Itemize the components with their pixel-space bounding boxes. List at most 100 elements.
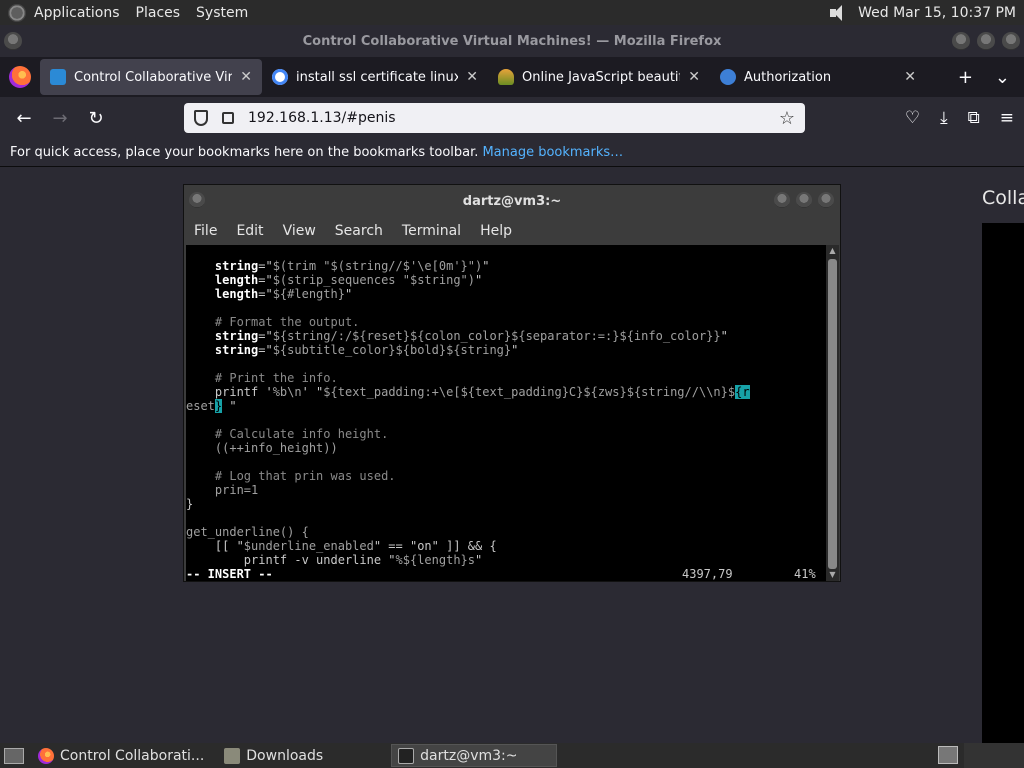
- tab-actions: + ⌄: [958, 67, 1024, 88]
- manage-bookmarks-link[interactable]: Manage bookmarks…: [482, 145, 623, 160]
- tab-label: Online JavaScript beautifier: [522, 69, 680, 85]
- terminal-icon: [398, 747, 415, 764]
- nav-bar: ← → ↻ 192.168.1.13/#penis ☆ ♡ ⤓ ⧉ ≡: [0, 97, 1024, 139]
- terminal-maximize-icon[interactable]: [796, 192, 812, 208]
- clock[interactable]: Wed Mar 15, 10:37 PM: [858, 5, 1016, 21]
- task-downloads[interactable]: Downloads: [218, 744, 329, 767]
- bookmark-star-icon[interactable]: ☆: [779, 108, 795, 129]
- terminal-menu-view[interactable]: View: [283, 223, 316, 239]
- at-sign-icon: [720, 69, 736, 85]
- panel-right: Wed Mar 15, 10:37 PM: [828, 4, 1024, 22]
- terminal-menu-edit[interactable]: Edit: [236, 223, 263, 239]
- tab-close-icon[interactable]: ✕: [904, 69, 916, 85]
- code-line: get_underline() {: [186, 525, 309, 539]
- panel-menus: Applications Places System: [0, 3, 264, 22]
- code-line: prin=1: [186, 483, 259, 497]
- terminal-menu-terminal[interactable]: Terminal: [402, 223, 461, 239]
- terminal-menu-help[interactable]: Help: [480, 223, 512, 239]
- places-menu[interactable]: Places: [136, 5, 181, 21]
- code-line: printf -v underline "%${length}s": [186, 553, 483, 567]
- code-line: length="$(strip_sequences "$string")": [186, 273, 483, 287]
- reload-icon[interactable]: ↻: [78, 108, 114, 129]
- code-line: string="${string/:/${reset}${colon_color…: [186, 329, 728, 343]
- pocket-icon[interactable]: ♡: [905, 108, 920, 128]
- hamburger-menu-icon[interactable]: ≡: [1000, 108, 1014, 128]
- url-bar[interactable]: 192.168.1.13/#penis ☆: [184, 103, 805, 133]
- scroll-thumb[interactable]: [828, 259, 837, 569]
- code-line: # Format the output.: [186, 315, 360, 329]
- volume-icon[interactable]: [828, 4, 850, 22]
- terminal-menu-file[interactable]: File: [194, 223, 217, 239]
- task-terminal[interactable]: dartz@vm3:~: [391, 744, 558, 767]
- terminal-titlebar: dartz@vm3:~: [184, 185, 840, 217]
- terminal-window: dartz@vm3:~ File Edit View Search Termin…: [183, 184, 841, 582]
- system-menu[interactable]: System: [196, 5, 248, 21]
- tab-js-beautifier[interactable]: Online JavaScript beautifier ✕: [488, 59, 710, 95]
- gnome-foot-icon[interactable]: [8, 3, 26, 22]
- workspace-icon[interactable]: [938, 746, 958, 764]
- list-tabs-icon[interactable]: ⌄: [995, 67, 1010, 88]
- applications-menu[interactable]: Applications: [34, 5, 120, 21]
- vim-mode: -- INSERT --: [186, 567, 273, 581]
- insecure-lock-icon[interactable]: [222, 112, 234, 124]
- maximize-icon[interactable]: [977, 32, 995, 50]
- page-heading: Colla: [982, 187, 1024, 209]
- terminal-screen[interactable]: string="$(trim "$(string//$'\e[0m'}")" l…: [186, 245, 827, 581]
- terminal-minimize-icon[interactable]: [774, 192, 790, 208]
- forward-icon[interactable]: →: [42, 108, 78, 129]
- code-line: }: [186, 497, 194, 511]
- firefox-icon: [38, 747, 54, 764]
- code-line: # Calculate info height.: [186, 427, 389, 441]
- top-panel: Applications Places System Wed Mar 15, 1…: [0, 0, 1024, 25]
- task-label: Control Collaborati...: [60, 747, 205, 764]
- close-window-icon[interactable]: [1002, 32, 1020, 50]
- window-menu-icon[interactable]: [4, 32, 22, 50]
- minimize-icon[interactable]: [952, 32, 970, 50]
- code-line: ((++info_height)): [186, 441, 338, 455]
- code-line: [[ "$underline_enabled" == "on" ]] && {: [186, 539, 497, 553]
- vim-scroll-percent: 41%: [794, 567, 816, 581]
- firefox-view-icon[interactable]: [9, 66, 31, 88]
- code-line: eset} ": [186, 399, 237, 413]
- task-label: Downloads: [246, 747, 324, 764]
- shield-icon[interactable]: [194, 110, 208, 126]
- task-firefox[interactable]: Control Collaborati...: [32, 744, 210, 767]
- terminal-close-icon[interactable]: [818, 192, 834, 208]
- downloads-icon[interactable]: ⤓: [940, 108, 948, 128]
- terminal-scrollbar[interactable]: ▲ ▼: [826, 245, 839, 581]
- code-line: length="${#length}": [186, 287, 353, 301]
- tab-install-ssl[interactable]: install ssl certificate linux - G ✕: [262, 59, 488, 95]
- url-text[interactable]: 192.168.1.13/#penis: [248, 110, 396, 126]
- bookmarks-toolbar: For quick access, place your bookmarks h…: [0, 139, 1024, 167]
- back-icon[interactable]: ←: [6, 108, 42, 129]
- scroll-down-icon[interactable]: ▼: [827, 570, 838, 580]
- bookmarks-message: For quick access, place your bookmarks h…: [10, 145, 479, 160]
- terminal-menubar: File Edit View Search Terminal Help: [184, 217, 840, 245]
- vim-cursor-position: 4397,79: [682, 567, 733, 581]
- tab-close-icon[interactable]: ✕: [688, 69, 700, 85]
- tab-label: Authorization: [744, 69, 832, 85]
- tab-control-collaborative[interactable]: Control Collaborative Virtual ✕: [40, 59, 262, 95]
- terminal-menu-icon[interactable]: [189, 192, 205, 208]
- tab-authorization[interactable]: Authorization ✕: [710, 59, 926, 95]
- extensions-icon[interactable]: ⧉: [968, 108, 980, 128]
- new-tab-icon[interactable]: +: [958, 67, 973, 88]
- task-label: dartz@vm3:~: [420, 747, 518, 764]
- window-title: Control Collaborative Virtual Machines! …: [302, 33, 722, 49]
- workspace-switcher[interactable]: [964, 743, 1024, 768]
- terminal-menu-search[interactable]: Search: [335, 223, 383, 239]
- taskbar: Control Collaborati... Downloads dartz@v…: [0, 743, 1024, 768]
- scroll-up-icon[interactable]: ▲: [827, 246, 838, 256]
- code-line: string="${subtitle_color}${bold}${string…: [186, 343, 519, 357]
- tab-close-icon[interactable]: ✕: [240, 69, 252, 85]
- tab-close-icon[interactable]: ✕: [466, 69, 478, 85]
- code-line: # Print the info.: [186, 371, 338, 385]
- show-desktop-icon[interactable]: [4, 747, 24, 764]
- vm-display[interactable]: [982, 223, 1024, 743]
